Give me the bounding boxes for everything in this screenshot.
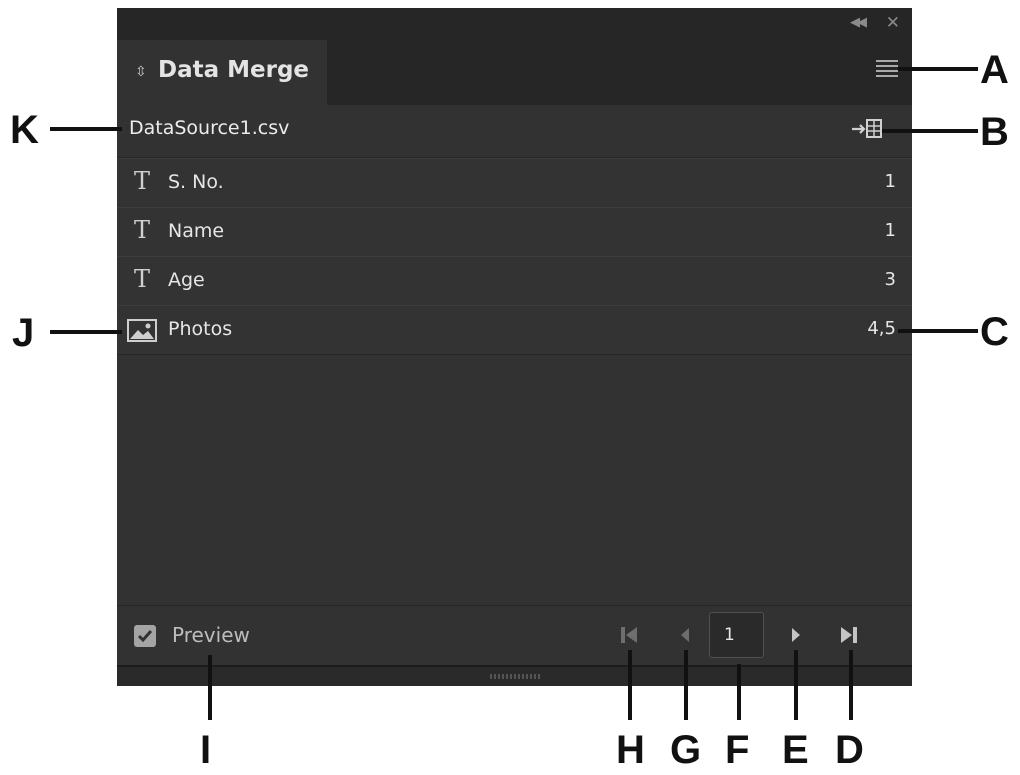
callout-line-c bbox=[898, 329, 978, 333]
callout-d: D bbox=[835, 728, 864, 772]
callout-i: I bbox=[200, 728, 212, 772]
preview-checkbox[interactable] bbox=[134, 625, 156, 647]
callout-j: J bbox=[12, 311, 35, 355]
panel-footer: Preview bbox=[117, 605, 912, 666]
text-t-icon: T bbox=[134, 265, 151, 293]
hamburger-menu-icon[interactable] bbox=[876, 60, 898, 78]
data-source-name: DataSource1.csv bbox=[129, 117, 290, 139]
text-t-icon: T bbox=[134, 167, 151, 195]
field-row-photos[interactable]: Photos 4,5 bbox=[117, 305, 912, 355]
data-merge-panel: ◀◀ ✕ ⇳ Data Merge DataSource1.csv T S. N… bbox=[117, 8, 912, 686]
field-value: 4,5 bbox=[867, 318, 896, 339]
text-t-icon: T bbox=[134, 216, 151, 244]
tab-strip: ⇳ Data Merge bbox=[117, 40, 912, 105]
callout-f: F bbox=[725, 728, 750, 772]
tab-data-merge[interactable]: ⇳ Data Merge bbox=[117, 40, 327, 105]
callout-line-h bbox=[628, 650, 632, 720]
field-row-s-no[interactable]: T S. No. 1 bbox=[117, 158, 912, 208]
callout-line-a bbox=[898, 67, 978, 71]
preview-label[interactable]: Preview bbox=[172, 623, 250, 647]
import-data-icon[interactable] bbox=[850, 117, 884, 141]
resize-grip[interactable] bbox=[490, 674, 540, 679]
image-icon bbox=[127, 319, 157, 342]
callout-e: E bbox=[782, 728, 809, 772]
field-name: Name bbox=[168, 220, 225, 242]
close-icon[interactable]: ✕ bbox=[886, 13, 900, 33]
field-name: Age bbox=[168, 269, 205, 291]
callout-h: H bbox=[616, 728, 645, 772]
panel-titlebar: ◀◀ ✕ bbox=[117, 8, 912, 40]
callout-c: C bbox=[980, 310, 1009, 354]
callout-line-i bbox=[208, 655, 212, 720]
callout-line-k bbox=[50, 127, 122, 131]
callout-b: B bbox=[980, 110, 1009, 154]
field-row-name[interactable]: T Name 1 bbox=[117, 207, 912, 257]
callout-line-d bbox=[849, 650, 853, 720]
callout-line-f bbox=[737, 664, 741, 720]
callout-line-b bbox=[882, 129, 978, 133]
field-value: 1 bbox=[884, 220, 896, 241]
callout-k: K bbox=[10, 108, 39, 152]
field-name: S. No. bbox=[168, 171, 224, 193]
record-number-input[interactable] bbox=[709, 612, 764, 658]
double-chevron-left-icon[interactable]: ◀◀ bbox=[850, 15, 867, 30]
last-record-icon[interactable] bbox=[838, 623, 860, 647]
next-record-icon[interactable] bbox=[785, 623, 807, 647]
data-source-row: DataSource1.csv bbox=[117, 105, 912, 158]
callout-line-g bbox=[684, 650, 688, 720]
callout-g: G bbox=[670, 728, 702, 772]
field-value: 3 bbox=[884, 269, 896, 290]
panel-resize-strip bbox=[117, 665, 912, 686]
tab-label: Data Merge bbox=[158, 57, 310, 83]
callout-line-e bbox=[794, 650, 798, 720]
field-value: 1 bbox=[884, 171, 896, 192]
callout-a: A bbox=[980, 48, 1009, 92]
first-record-icon[interactable] bbox=[618, 623, 640, 647]
callout-line-j bbox=[50, 330, 122, 334]
updown-arrows-icon: ⇳ bbox=[135, 64, 147, 80]
previous-record-icon[interactable] bbox=[674, 623, 696, 647]
field-row-age[interactable]: T Age 3 bbox=[117, 256, 912, 306]
checkmark-icon bbox=[137, 630, 153, 643]
field-name: Photos bbox=[168, 318, 233, 340]
